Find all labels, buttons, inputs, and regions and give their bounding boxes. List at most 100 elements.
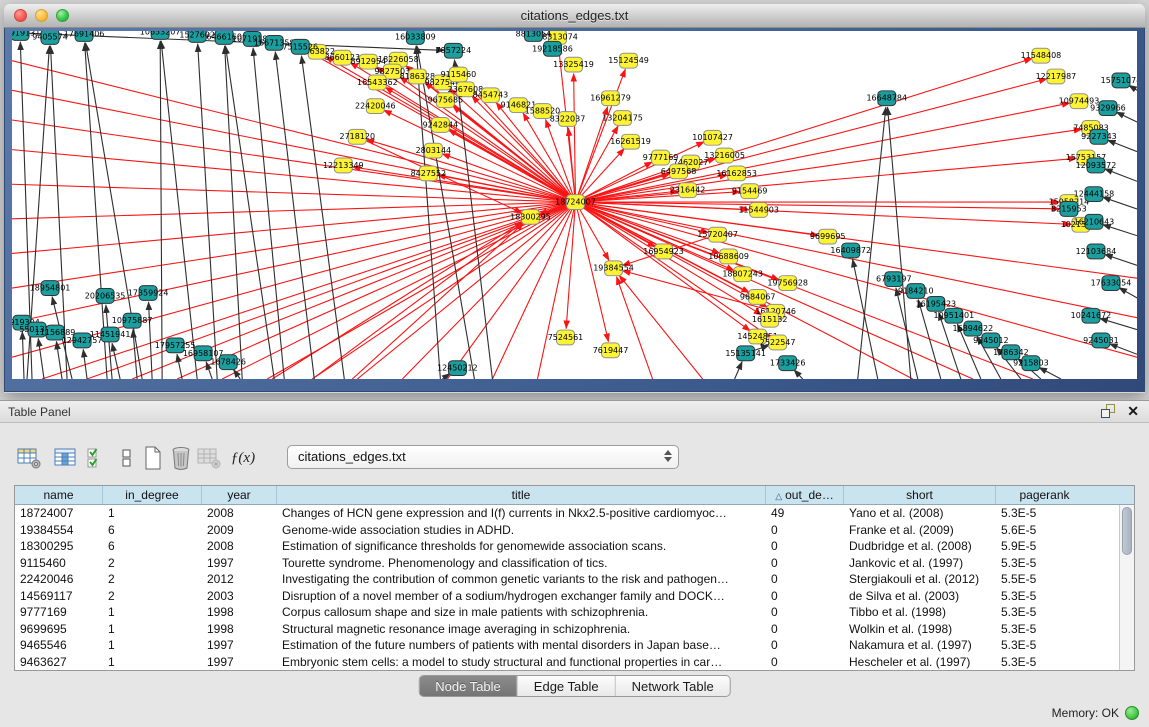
- network-edge: [198, 44, 218, 379]
- network-node[interactable]: 9684067: [740, 290, 776, 305]
- table-row[interactable]: 2242004622012Investigating the contribut…: [15, 571, 1134, 588]
- network-node[interactable]: 10107427: [692, 130, 733, 145]
- scrollbar-thumb[interactable]: [1122, 507, 1132, 555]
- network-node[interactable]: 19756928: [767, 276, 808, 291]
- network-node[interactable]: 1733426: [770, 356, 806, 371]
- network-node[interactable]: 18954801: [30, 281, 71, 296]
- column-header-title[interactable]: title: [277, 486, 766, 504]
- table-row[interactable]: 1938455462009Genome-wide association stu…: [15, 522, 1134, 539]
- column-header-in_degree[interactable]: in_degree: [103, 486, 202, 504]
- node-label: 12450212: [437, 364, 478, 373]
- network-node[interactable]: 19218586: [532, 41, 573, 56]
- node-label: 12213349: [323, 161, 364, 170]
- network-node[interactable]: 16162853: [716, 166, 757, 181]
- network-node[interactable]: 12450212: [437, 361, 478, 376]
- network-node[interactable]: 17691406: [64, 31, 105, 41]
- table-cell: Structural magnetic resonance image aver…: [277, 621, 766, 638]
- table-row[interactable]: 1872400712008Changes of HCN gene express…: [15, 505, 1134, 522]
- table-scrollbar[interactable]: [1119, 505, 1134, 670]
- network-node[interactable]: 16261519: [610, 134, 651, 149]
- network-node[interactable]: 9154469: [732, 184, 768, 199]
- network-node[interactable]: 12217987: [1036, 69, 1077, 84]
- network-edge: [1119, 288, 1137, 298]
- node-label: 16409872: [830, 246, 871, 255]
- network-node[interactable]: 15135141: [725, 346, 766, 361]
- column-header-year[interactable]: year: [202, 486, 277, 504]
- network-node[interactable]: 16961279: [590, 91, 631, 106]
- node-label: 12217987: [1036, 72, 1077, 81]
- network-node[interactable]: 11544903: [738, 203, 779, 218]
- network-node[interactable]: 16648784: [866, 91, 907, 106]
- network-node[interactable]: 15751074: [1101, 73, 1137, 88]
- network-node[interactable]: 18807243: [722, 267, 763, 282]
- network-edge: [1116, 112, 1137, 122]
- table-row[interactable]: 1830029562008Estimation of significance …: [15, 538, 1134, 555]
- table-row[interactable]: 946554611997Estimation of the future num…: [15, 637, 1134, 654]
- import-table-icon[interactable]: [194, 443, 224, 473]
- network-edge: [619, 275, 702, 379]
- column-select-icon[interactable]: [50, 443, 80, 473]
- column-header-pagerank[interactable]: pagerank: [996, 486, 1093, 504]
- table-cell: Wolkin et al. (1998): [844, 621, 996, 638]
- network-node[interactable]: 16033809: [395, 31, 436, 44]
- network-node[interactable]: 15720407: [697, 227, 738, 242]
- float-panel-icon[interactable]: [1101, 404, 1115, 418]
- network-node[interactable]: 17633054: [1091, 276, 1132, 291]
- network-node[interactable]: 8215953: [1051, 202, 1087, 217]
- network-node[interactable]: 13216005: [704, 148, 745, 163]
- network-node[interactable]: 6497568: [661, 164, 697, 179]
- table-cell: Embryonic stem cells: a model to study s…: [277, 654, 766, 671]
- network-node[interactable]: 13325419: [553, 57, 594, 72]
- window-titlebar[interactable]: citations_edges.txt: [4, 4, 1145, 28]
- network-node[interactable]: 8322037: [550, 112, 586, 127]
- delete-icon[interactable]: [166, 443, 196, 473]
- row-select-icon[interactable]: [82, 443, 112, 473]
- network-node[interactable]: 11548408: [1021, 48, 1062, 63]
- close-panel-icon[interactable]: ✕: [1127, 404, 1139, 418]
- table-cell: 19384554: [15, 522, 103, 539]
- column-header-short[interactable]: short: [844, 486, 996, 504]
- network-node[interactable]: 6793197: [876, 272, 912, 287]
- network-node[interactable]: 19384554: [593, 261, 634, 276]
- network-node[interactable]: 20206535: [85, 289, 126, 304]
- network-node[interactable]: 7524561: [548, 330, 584, 345]
- network-node[interactable]: 1615132: [752, 312, 788, 327]
- table-type-tabs: Node TableEdge TableNetwork Table: [418, 675, 731, 697]
- column-header-out_de[interactable]: △out_de…: [766, 486, 844, 504]
- table-selector-dropdown[interactable]: citations_edges.txt: [287, 445, 679, 469]
- table-row[interactable]: 969969511998Structural magnetic resonanc…: [15, 621, 1134, 638]
- network-node[interactable]: 15124549: [608, 53, 649, 68]
- network-node[interactable]: 22420046: [355, 99, 396, 114]
- node-label: 9184210: [898, 287, 934, 296]
- network-node[interactable]: 10975887: [112, 313, 153, 328]
- network-node[interactable]: 9329966: [1090, 101, 1126, 116]
- network-node[interactable]: 9215803: [1013, 356, 1049, 371]
- network-node[interactable]: 13204175: [602, 111, 643, 126]
- network-edge: [12, 61, 576, 202]
- network-node[interactable]: 2522547: [760, 335, 796, 350]
- network-node[interactable]: 7619447: [593, 343, 629, 358]
- function-builder-icon[interactable]: ƒ(x): [228, 443, 258, 473]
- network-canvas[interactable]: 1872400786601238912954182260589827503165…: [12, 31, 1137, 379]
- network-node[interactable]: 1678426: [210, 355, 246, 370]
- new-document-icon[interactable]: [138, 443, 168, 473]
- table-settings-icon[interactable]: [14, 443, 44, 473]
- table-cell: 0: [766, 654, 844, 671]
- table-row[interactable]: 911546021997Tourette syndrome. Phenomeno…: [15, 555, 1134, 572]
- network-edge: [22, 332, 24, 379]
- network-node[interactable]: 10241672: [1071, 308, 1112, 323]
- table-row[interactable]: 1456911722003Disruption of a novel membe…: [15, 588, 1134, 605]
- network-edge: [112, 343, 120, 379]
- table-row[interactable]: 946362711997Embryonic stem cells: a mode…: [15, 654, 1134, 671]
- table-row[interactable]: 977716911998Corpus callosum shape and si…: [15, 604, 1134, 621]
- network-node[interactable]: 7857224: [436, 43, 472, 58]
- tab-edge-table[interactable]: Edge Table: [518, 676, 616, 696]
- network-node[interactable]: 9405574: [32, 31, 68, 44]
- column-header-name[interactable]: name: [15, 486, 103, 504]
- node-label: 13216005: [704, 151, 745, 160]
- status-bar: Memory: OK: [0, 701, 1149, 727]
- network-node[interactable]: 9699695: [810, 229, 846, 244]
- tab-network-table[interactable]: Network Table: [616, 676, 730, 696]
- network-node[interactable]: 17359924: [128, 286, 169, 301]
- tab-node-table[interactable]: Node Table: [419, 676, 518, 696]
